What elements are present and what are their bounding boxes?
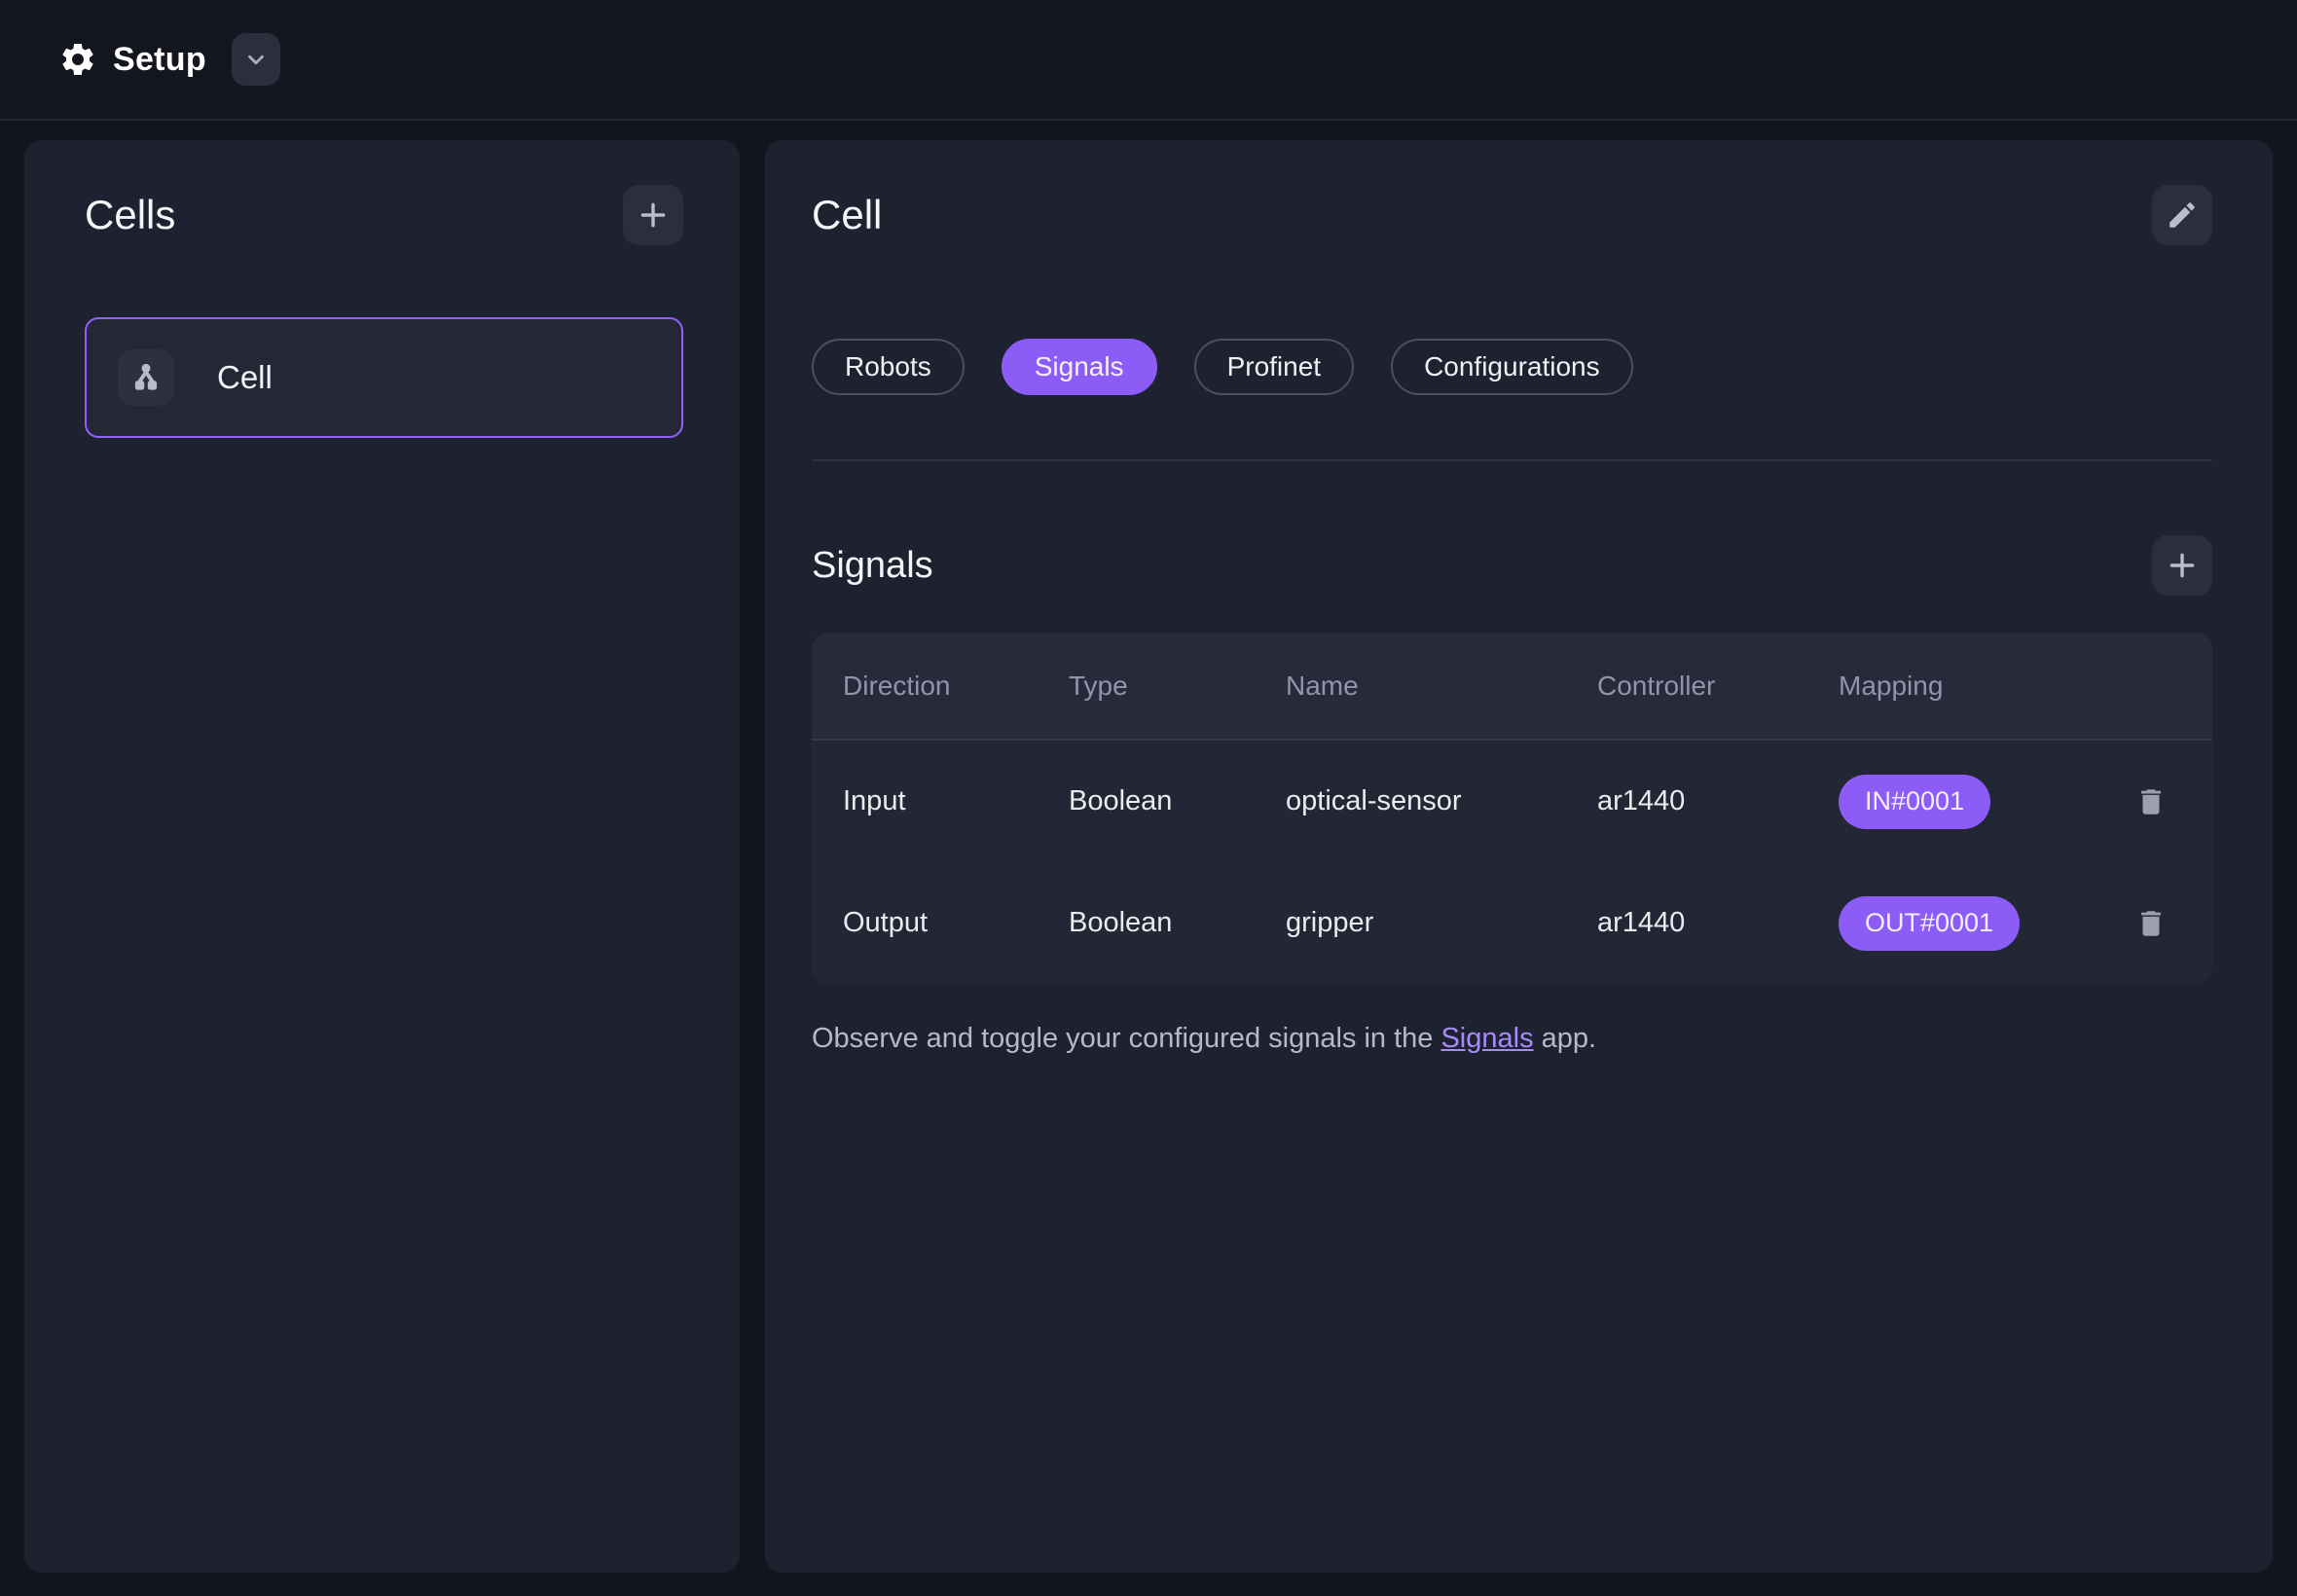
cell-direction: Output — [843, 907, 1069, 939]
tab-profinet[interactable]: Profinet — [1194, 339, 1355, 395]
cell-type: Boolean — [1069, 907, 1286, 939]
tab-signals[interactable]: Signals — [1002, 339, 1157, 395]
signals-title: Signals — [812, 545, 933, 587]
gear-icon — [58, 40, 97, 79]
footnote-text: Observe and toggle your configured signa… — [812, 1023, 1440, 1054]
cell-item-label: Cell — [217, 359, 273, 396]
column-header-direction: Direction — [843, 671, 1069, 702]
signals-footnote: Observe and toggle your configured signa… — [812, 1023, 2212, 1055]
cells-panel-header: Cells — [85, 185, 683, 245]
app-title: Setup — [113, 41, 206, 79]
app-switcher-button[interactable] — [232, 33, 280, 86]
column-header-mapping: Mapping — [1839, 671, 2109, 702]
signals-table-body: Input Boolean optical-sensor ar1440 IN#0… — [812, 741, 2212, 984]
signals-table-header: Direction Type Name Controller Mapping — [812, 633, 2212, 741]
plus-icon — [2166, 549, 2199, 582]
delete-signal-button[interactable] — [2125, 776, 2177, 828]
trash-icon — [2134, 785, 2168, 818]
column-header-type: Type — [1069, 671, 1286, 702]
cell-tabs: Robots Signals Profinet Configurations — [812, 339, 2212, 395]
cells-title: Cells — [85, 192, 175, 238]
cells-panel: Cells Cell — [24, 140, 740, 1573]
delete-signal-button[interactable] — [2125, 897, 2177, 950]
column-header-controller: Controller — [1597, 671, 1839, 702]
tab-robots[interactable]: Robots — [812, 339, 965, 395]
content: Cells Cell — [0, 121, 2297, 1573]
cell-type: Boolean — [1069, 785, 1286, 817]
hierarchy-icon — [118, 349, 174, 406]
signals-app-link[interactable]: Signals — [1440, 1023, 1533, 1054]
tab-configurations[interactable]: Configurations — [1391, 339, 1633, 395]
add-signal-button[interactable] — [2152, 535, 2212, 596]
chevron-down-icon — [243, 47, 269, 72]
cell-detail-title: Cell — [812, 192, 882, 238]
trash-icon — [2134, 907, 2168, 940]
edit-cell-button[interactable] — [2152, 185, 2212, 245]
mapping-badge: OUT#0001 — [1839, 896, 2020, 951]
topbar: Setup — [0, 0, 2297, 121]
cell-detail-header: Cell — [812, 185, 2212, 245]
column-header-name: Name — [1286, 671, 1597, 702]
tabs-divider — [812, 459, 2212, 461]
add-cell-button[interactable] — [623, 185, 683, 245]
cell-name: gripper — [1286, 907, 1597, 939]
footnote-text: app. — [1534, 1023, 1597, 1054]
cell-detail-panel: Cell Robots Signals Profinet Configurati… — [765, 140, 2273, 1573]
cell-controller: ar1440 — [1597, 907, 1839, 939]
table-row: Input Boolean optical-sensor ar1440 IN#0… — [812, 741, 2212, 862]
signals-table: Direction Type Name Controller Mapping I… — [812, 633, 2212, 984]
table-row: Output Boolean gripper ar1440 OUT#0001 — [812, 862, 2212, 984]
cell-list-item[interactable]: Cell — [85, 317, 683, 438]
app-root: Setup Cells — [0, 0, 2297, 1573]
plus-icon — [637, 199, 670, 232]
cell-direction: Input — [843, 785, 1069, 817]
cell-controller: ar1440 — [1597, 785, 1839, 817]
mapping-badge: IN#0001 — [1839, 775, 1990, 829]
cell-name: optical-sensor — [1286, 785, 1597, 817]
signals-section-header: Signals — [812, 535, 2212, 596]
pencil-icon — [2166, 199, 2199, 232]
